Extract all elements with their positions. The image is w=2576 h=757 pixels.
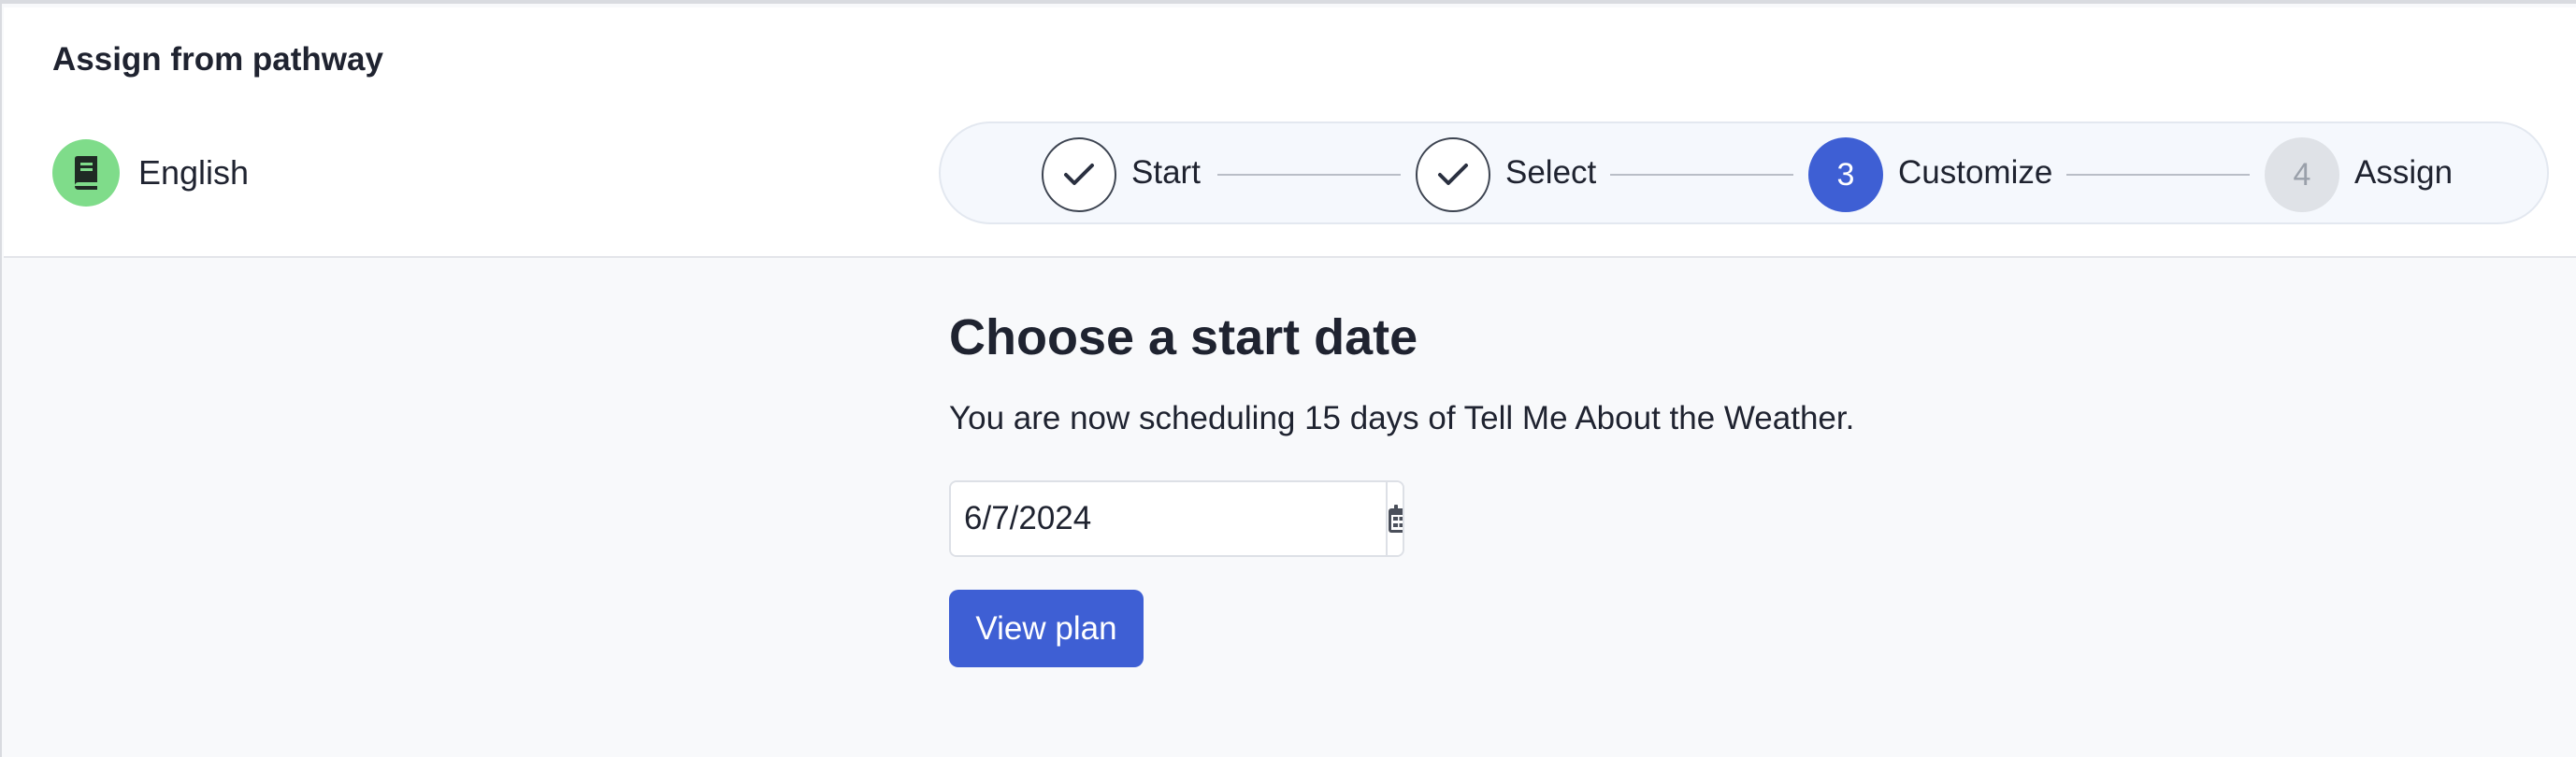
book-icon bbox=[75, 156, 97, 190]
step-customize-indicator: 3 bbox=[1808, 137, 1883, 212]
step-select-label: Select bbox=[1505, 154, 1597, 191]
subject-indicator: English bbox=[52, 138, 249, 207]
step-start-label: Start bbox=[1131, 154, 1201, 191]
step-start-indicator bbox=[1042, 137, 1116, 212]
header: Assign from pathway English Start Select… bbox=[4, 7, 2576, 258]
calendar-icon bbox=[1389, 505, 1403, 533]
step-customize-label: Customize bbox=[1898, 154, 2053, 191]
calendar-button[interactable] bbox=[1386, 482, 1403, 555]
progress-stepper: Start Select 3 Customize 4 Assign bbox=[939, 121, 2549, 224]
view-plan-button[interactable]: View plan bbox=[949, 590, 1144, 667]
app-frame: Assign from pathway English Start Select… bbox=[0, 0, 2576, 757]
step-connector bbox=[2066, 174, 2250, 176]
step-connector bbox=[1217, 174, 1401, 176]
step-assign-indicator: 4 bbox=[2265, 137, 2339, 212]
check-icon bbox=[1064, 164, 1094, 185]
step-assign-label: Assign bbox=[2354, 154, 2454, 191]
page-title: Assign from pathway bbox=[52, 41, 383, 78]
subject-badge bbox=[52, 139, 120, 207]
scheduling-description: You are now scheduling 15 days of Tell M… bbox=[949, 400, 1855, 436]
check-icon bbox=[1438, 164, 1468, 185]
start-date-picker bbox=[949, 480, 1404, 557]
start-date-input[interactable] bbox=[951, 482, 1386, 555]
step-connector bbox=[1610, 174, 1793, 176]
step-select-indicator bbox=[1416, 137, 1490, 212]
section-title: Choose a start date bbox=[949, 309, 1418, 365]
subject-label: English bbox=[138, 153, 250, 192]
